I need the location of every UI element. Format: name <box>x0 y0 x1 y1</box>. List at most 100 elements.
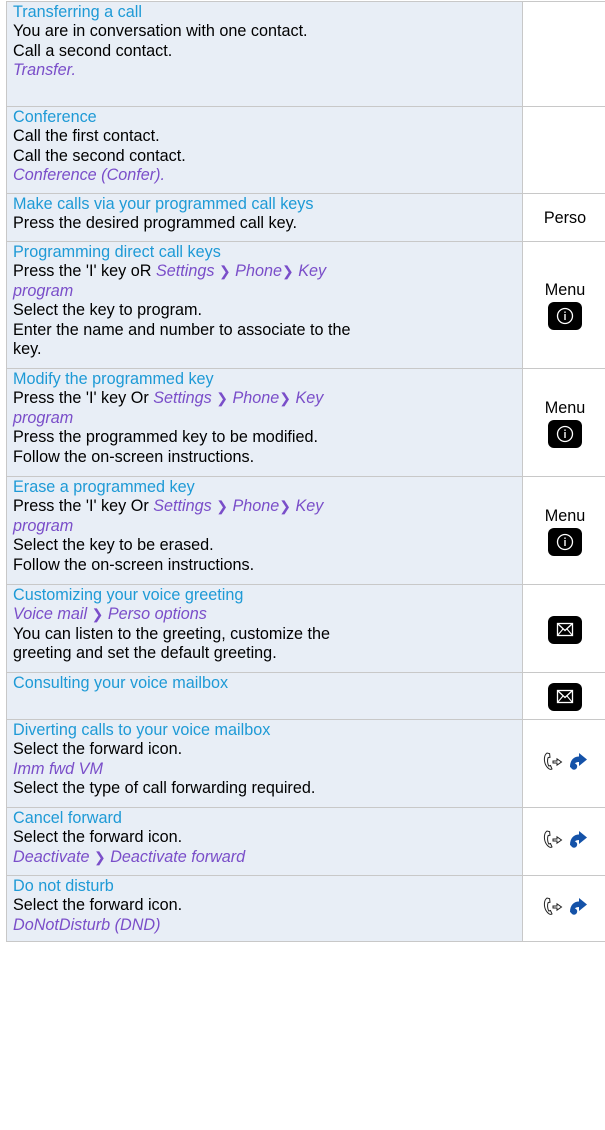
chevron-right-icon: ❯ <box>279 390 291 407</box>
table-row: Diverting calls to your voice mailbox Se… <box>6 719 605 808</box>
key-cell: Perso <box>522 193 605 242</box>
info-key-icon <box>548 302 582 330</box>
menu-path: Settings ❯ Phone❯ Key <box>153 497 323 515</box>
section-title: Erase a programmed key <box>13 478 195 496</box>
menu-path-voice-mail: Voice mail <box>13 605 88 624</box>
instruction-text: Call the first contact. <box>13 127 160 146</box>
section-title: Modify the programmed key <box>13 370 214 388</box>
menu-path: Settings ❯ Phone❯ Key <box>153 389 323 407</box>
forward-arrow-icon <box>567 750 589 777</box>
info-key-icon <box>548 419 582 448</box>
menu-path-phone: Phone <box>232 389 280 408</box>
menu-path: Voice mail ❯ Perso options <box>13 605 522 624</box>
menu-path-deactivate-forward: Deactivate forward <box>110 847 246 866</box>
section-title: Programming direct call keys <box>13 243 221 261</box>
key-cell: Menu <box>522 476 605 585</box>
instruction-text: You are in conversation with one contact… <box>13 22 308 41</box>
table-row: Conference Call the first contact. Call … <box>6 106 605 194</box>
key-cell <box>522 1 605 107</box>
table-row: Modify the programmed key Press the 'I' … <box>6 368 605 477</box>
chevron-right-icon: ❯ <box>91 606 104 623</box>
instruction-text: Select the key to program. <box>13 301 202 320</box>
instruction-text: Select the key to be erased. <box>13 536 214 555</box>
forward-handset-icon <box>541 828 563 855</box>
instruction-text: Press the 'I' key Or Settings ❯ Phone❯ K… <box>13 497 522 516</box>
key-cell <box>522 719 605 808</box>
instruction-cell: Modify the programmed key Press the 'I' … <box>6 368 523 477</box>
menu-key-label: Menu <box>544 398 586 417</box>
section-title: Consulting your voice mailbox <box>13 674 229 692</box>
key-cell <box>522 672 605 720</box>
instruction-text: key. <box>13 340 42 359</box>
chevron-right-icon: ❯ <box>218 263 231 280</box>
forward-arrow-icon <box>567 895 589 922</box>
table-row: Customizing your voice greeting Voice ma… <box>6 584 605 673</box>
instruction-text: Select the forward icon. <box>13 828 183 847</box>
instruction-cell: Programming direct call keys Press the '… <box>6 241 523 369</box>
table-row: Erase a programmed key Press the 'I' key… <box>6 476 605 585</box>
table-row: Consulting your voice mailbox <box>6 672 605 720</box>
menu-path-settings: Settings <box>155 262 215 281</box>
forward-arrow-icon <box>567 828 589 855</box>
menu-key-label: Menu <box>544 281 586 299</box>
key-cell <box>522 807 605 876</box>
key-cell <box>522 875 605 942</box>
section-title: Transferring a call <box>13 3 142 21</box>
menu-key-label: Menu <box>544 506 586 525</box>
chevron-right-icon: ❯ <box>93 848 106 865</box>
menu-path-phone: Phone <box>232 497 280 516</box>
instruction-text: Enter the name and number to associate t… <box>13 320 351 339</box>
instruction-cell: Transferring a call You are in conversat… <box>6 1 523 107</box>
key-cell: Menu <box>522 368 605 477</box>
instruction-text: Select the forward icon. <box>13 740 183 759</box>
table-row: Do not disturb Select the forward icon. … <box>6 875 605 942</box>
menu-path-key: Key <box>295 389 324 408</box>
menu-path: DoNotDisturb (DND) <box>13 915 161 934</box>
menu-path-continued: program <box>13 408 74 427</box>
table-row: Transferring a call You are in conversat… <box>6 1 605 107</box>
menu-path: Conference (Confer). <box>13 166 166 185</box>
instruction-cell: Customizing your voice greeting Voice ma… <box>6 584 523 673</box>
table-row: Programming direct call keys Press the '… <box>6 241 605 369</box>
menu-path-settings: Settings <box>153 497 212 516</box>
instruction-text: Press the 'I' key oR Settings ❯ Phone❯ K… <box>13 262 522 281</box>
menu-path: Deactivate ❯ Deactivate forward <box>13 848 522 867</box>
instruction-text: Select the forward icon. <box>13 896 183 915</box>
instruction-text: Call a second contact. <box>13 41 173 60</box>
instruction-cell: Do not disturb Select the forward icon. … <box>6 875 523 942</box>
section-title: Diverting calls to your voice mailbox <box>13 721 271 739</box>
instruction-text: You can listen to the greeting, customiz… <box>13 624 331 643</box>
section-title: Do not disturb <box>13 877 114 895</box>
chevron-right-icon: ❯ <box>281 263 294 280</box>
chevron-right-icon: ❯ <box>216 390 228 407</box>
instruction-cell: Consulting your voice mailbox <box>6 672 523 720</box>
instruction-text: greeting and set the default greeting. <box>13 644 277 663</box>
mail-key-icon <box>548 615 582 644</box>
instruction-text: Select the type of call forwarding requi… <box>13 779 316 798</box>
instruction-cell: Erase a programmed key Press the 'I' key… <box>6 476 523 585</box>
chevron-right-icon: ❯ <box>279 498 291 515</box>
instruction-cell: Diverting calls to your voice mailbox Se… <box>6 719 523 808</box>
key-cell: Menu <box>522 241 605 369</box>
instruction-prefix: Press the 'I' key Or <box>13 497 154 516</box>
instruction-cell: Cancel forward Select the forward icon. … <box>6 807 523 876</box>
instruction-text: Call the second contact. <box>13 146 186 165</box>
key-cell <box>522 106 605 194</box>
forward-handset-icon <box>541 750 563 777</box>
instruction-text: Press the desired programmed call key. <box>13 214 297 233</box>
menu-path: Settings ❯ Phone❯ Key <box>156 262 326 280</box>
menu-path-key: Key <box>295 497 324 516</box>
mail-key-icon <box>548 683 582 711</box>
menu-path-key: Key <box>298 262 327 281</box>
menu-path-continued: program <box>13 516 74 535</box>
menu-path: Transfer. <box>13 61 76 80</box>
instruction-cell: Make calls via your programmed call keys… <box>6 193 523 242</box>
section-title: Make calls via your programmed call keys <box>13 195 314 213</box>
section-title: Customizing your voice greeting <box>13 586 244 604</box>
instructions-table: Transferring a call You are in conversat… <box>6 1 605 942</box>
instruction-text: Press the 'I' key Or Settings ❯ Phone❯ K… <box>13 389 522 408</box>
table-row: Make calls via your programmed call keys… <box>6 193 605 242</box>
key-cell <box>522 584 605 673</box>
menu-path-settings: Settings <box>153 389 212 408</box>
chevron-right-icon: ❯ <box>216 498 228 515</box>
